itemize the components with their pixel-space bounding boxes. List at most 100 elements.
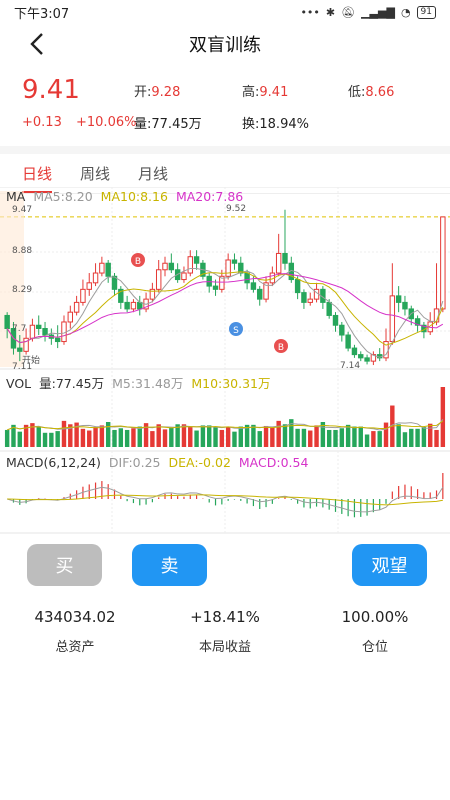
volume-bar — [49, 432, 54, 447]
stat-return: +18.41% 本局收益 — [190, 608, 260, 655]
y-label-3: 8.29 — [12, 285, 32, 295]
candle-body — [92, 272, 99, 284]
volume-bar — [42, 432, 48, 447]
volume-bar — [124, 429, 130, 447]
volume-bar — [219, 429, 225, 447]
volume-bar — [156, 424, 161, 447]
volume-bar — [188, 427, 193, 447]
volume-bar — [232, 431, 237, 447]
candle-body — [193, 256, 200, 264]
candle-body — [67, 311, 74, 323]
candle-body — [42, 328, 48, 336]
start-label: 开始 — [22, 354, 40, 366]
volume-bar — [80, 428, 86, 447]
price-change-pct: +10.06% — [76, 114, 137, 130]
candle-body — [339, 324, 345, 336]
volume-bar — [251, 424, 256, 447]
candle-body — [99, 262, 105, 274]
candle-body — [332, 314, 339, 326]
candle-body — [364, 357, 370, 362]
candle-body — [80, 288, 86, 303]
volume-bar — [428, 423, 433, 447]
volume-bar — [301, 428, 307, 447]
candle-body — [351, 347, 358, 356]
volume-bar — [383, 422, 389, 447]
back-icon[interactable] — [24, 30, 52, 58]
volume-bar — [440, 387, 446, 447]
bluetooth-icon: ✱ — [325, 5, 336, 19]
candle-body — [301, 292, 307, 303]
volume-bar — [213, 427, 218, 447]
candle-body — [294, 279, 301, 294]
candle-body — [231, 259, 238, 264]
kline-chart[interactable]: 9.47 8.88 8.29 7.7 7.11 开始 9.52 7.14 B S… — [0, 186, 450, 537]
volume-bar — [276, 420, 281, 447]
candle-body — [275, 252, 282, 274]
volume-bar — [99, 425, 105, 447]
volume-bar — [4, 429, 10, 447]
volume-bar — [421, 427, 427, 447]
candle-body — [73, 301, 80, 313]
candle-body — [181, 272, 187, 281]
signal-icon: ▁▃▅▇ — [361, 5, 395, 19]
buy-marker-text: B — [135, 257, 141, 267]
candle-body — [130, 301, 137, 310]
volume-bar — [257, 431, 262, 447]
quote-panel: 9.41 开:9.28 高:9.41 低:8.66 +0.13 +10.06% … — [0, 64, 450, 136]
volume-bar — [207, 425, 212, 447]
wifi-icon: ◔ — [400, 5, 411, 19]
candle-body — [257, 288, 263, 300]
volume-bar — [352, 426, 357, 447]
kline-svg[interactable]: 9.47 8.88 8.29 7.7 7.11 开始 9.52 7.14 B S… — [0, 186, 450, 537]
y-label-top: 9.47 — [12, 205, 32, 215]
open-value: 开:9.28 — [134, 84, 181, 100]
dots-icon: ••• — [300, 5, 320, 19]
volume-bar — [137, 426, 142, 447]
candle-body — [402, 301, 408, 310]
volume-bar — [434, 429, 439, 447]
volume-bar — [263, 425, 269, 447]
buy-button[interactable]: 买 — [27, 544, 102, 586]
sell-button[interactable]: 卖 — [132, 544, 207, 586]
volume-bar — [396, 424, 401, 447]
candle-body — [124, 301, 130, 310]
high-value: 高:9.41 — [242, 84, 289, 100]
candle-body — [225, 259, 231, 277]
candle-body — [282, 252, 288, 264]
volume-bar — [371, 431, 376, 447]
volume-bar — [314, 425, 319, 447]
volume-bar — [105, 422, 111, 447]
candle-body — [326, 301, 332, 316]
wait-button[interactable]: 观望 — [352, 544, 427, 586]
volume-bar — [112, 429, 117, 447]
volume-bar — [17, 431, 22, 447]
page-title: 双盲训练 — [189, 35, 261, 56]
volume-bar — [169, 427, 174, 447]
y-label-4: 7.7 — [12, 324, 26, 334]
volume-bar — [200, 425, 206, 447]
volume-bar — [225, 426, 231, 447]
candle-body — [162, 262, 168, 271]
candle-body — [86, 282, 92, 290]
candle-body — [4, 314, 10, 330]
candle-body — [29, 324, 36, 339]
candle-body — [54, 337, 61, 343]
volume-bar — [326, 429, 332, 447]
nav-bar: 双盲训练 — [0, 24, 450, 64]
vol-legend: VOL 量:77.45万 M5:31.48万 M10:30.31万 — [6, 376, 271, 391]
stat-position: 100.00% 仓位 — [341, 608, 409, 655]
ma-legend: MA MA5:8.20 MA10:8.16 MA20:7.86 — [6, 189, 244, 204]
volume-bar — [358, 426, 363, 447]
candle-body — [212, 285, 219, 290]
current-price: 9.41 — [22, 75, 80, 105]
volume-value: 量:77.45万 — [134, 116, 202, 132]
volume-bar — [345, 424, 351, 447]
low-mark-label: 7.14 — [340, 361, 360, 371]
candle-body — [345, 334, 351, 349]
volume-bar — [409, 428, 414, 447]
volume-bar — [87, 430, 92, 447]
volume-bar — [377, 431, 382, 447]
stats-panel: 434034.02 总资产 +18.41% 本局收益 100.00% 仓位 — [0, 608, 450, 655]
candle-body — [358, 354, 364, 359]
status-bar: 下午3:07 ••• ✱ 🔕︎ ▁▃▅▇ ◔ 91 — [0, 0, 450, 24]
